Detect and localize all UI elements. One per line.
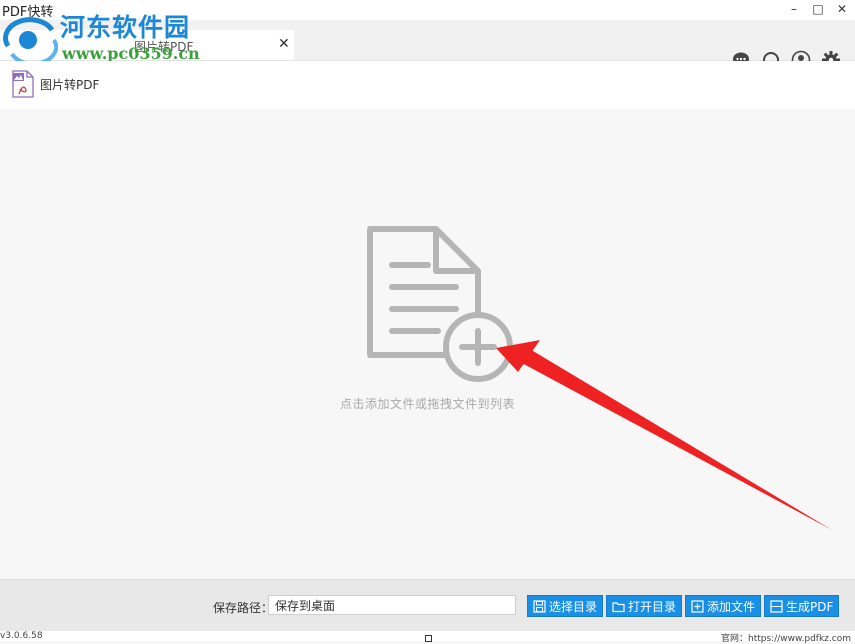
save-path-label: 保存路径： (213, 601, 274, 615)
image-to-pdf-tool[interactable]: 图片转PDF (12, 70, 99, 98)
minimize-button[interactable]: – (787, 2, 801, 16)
save-path-input[interactable] (268, 595, 516, 615)
generate-pdf-button[interactable]: 生成PDF (764, 595, 840, 617)
image-pdf-file-icon (12, 70, 34, 98)
watermark: 河东软件园 www.pc0359.cn (0, 4, 210, 64)
add-file-label: 添加文件 (707, 599, 756, 614)
choose-directory-button[interactable]: 选择目录 (527, 595, 604, 617)
toolbar: 图片转PDF (0, 61, 855, 109)
watermark-logo-icon (3, 17, 58, 62)
version-text: v3.0.6.58 (0, 631, 43, 641)
add-file-button[interactable]: 添加文件 (685, 595, 762, 617)
tab-close-icon[interactable]: ✕ (278, 36, 290, 52)
document-icon (770, 599, 783, 613)
window-controls: – □ ✕ (787, 2, 849, 16)
generate-pdf-label: 生成PDF (786, 599, 834, 614)
open-directory-label: 打开目录 (628, 599, 677, 614)
close-button[interactable]: ✕ (835, 2, 849, 16)
folder-icon (612, 601, 625, 612)
choose-directory-label: 选择目录 (549, 599, 598, 614)
add-document-icon[interactable] (364, 223, 514, 383)
plus-box-icon (691, 599, 704, 613)
file-drop-area[interactable]: 点击添加文件或拖拽文件到列表 (0, 109, 855, 579)
maximize-button[interactable]: □ (811, 2, 825, 16)
website-link[interactable]: 官网：https://www.pdfkz.com (721, 631, 851, 644)
bottom-bar: 保存路径： 选择目录 打开目录 添加文件 生成PDF (0, 579, 855, 632)
open-directory-button[interactable]: 打开目录 (606, 595, 683, 617)
drop-hint-text: 点击添加文件或拖拽文件到列表 (339, 397, 515, 411)
save-disk-icon (533, 599, 546, 613)
tool-label: 图片转PDF (40, 77, 100, 92)
watermark-name: 河东软件园 (60, 13, 191, 42)
